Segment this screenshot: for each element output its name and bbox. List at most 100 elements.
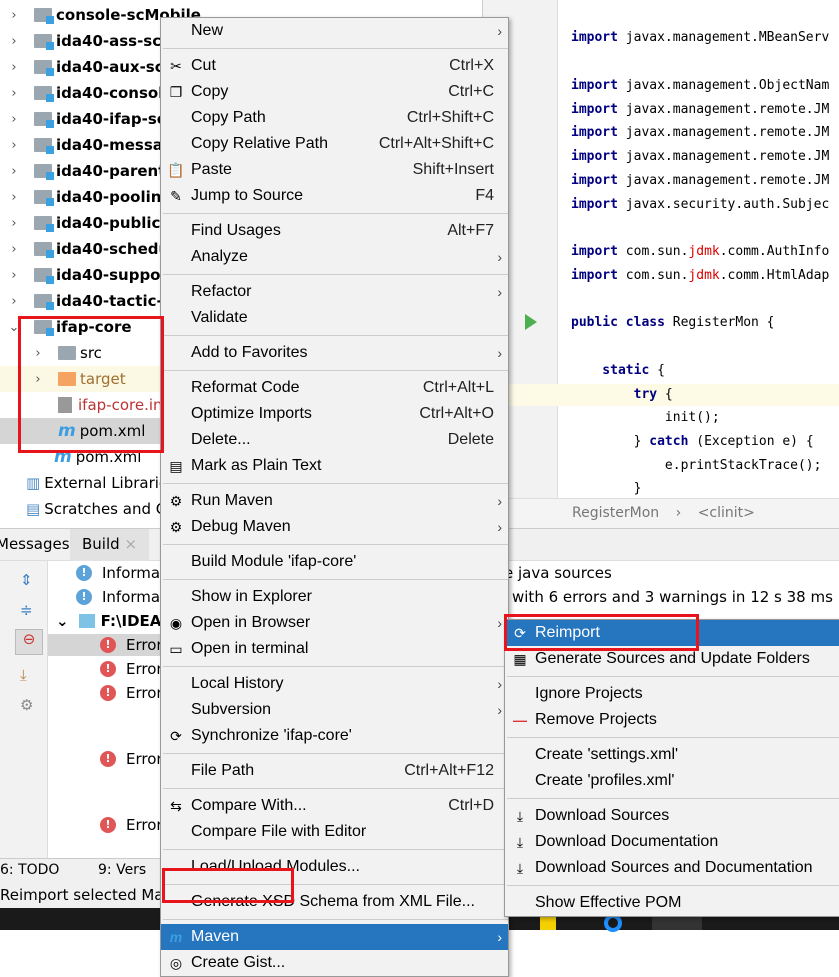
menu-item-optimize-imports[interactable]: Optimize Imports Ctrl+Alt+O: [161, 401, 508, 427]
export-icon[interactable]: ⤓: [20, 666, 27, 684]
menu-item-generate-sources-and-update-folders[interactable]: ▦ Generate Sources and Update Folders: [505, 646, 839, 672]
todo-tool-button[interactable]: 6: TODO: [0, 862, 59, 878]
expand-chevron-icon[interactable]: ›: [8, 190, 20, 205]
expand-chevron-icon[interactable]: ⌄: [8, 320, 20, 335]
expand-chevron-icon[interactable]: ›: [8, 60, 20, 75]
breadcrumb-method[interactable]: <clinit>: [698, 505, 755, 521]
menu-item-create-profiles-xml[interactable]: Create 'profiles.xml': [505, 768, 839, 794]
menu-item-analyze[interactable]: Analyze ›: [161, 244, 508, 270]
menu-item-cut[interactable]: ✂ Cut Ctrl+X: [161, 53, 508, 79]
menu-item-synchronize-ifap-core[interactable]: ⟳ Synchronize 'ifap-core': [161, 723, 508, 749]
menu-separator: [163, 749, 508, 754]
menu-item-maven[interactable]: m Maven ›: [161, 924, 508, 950]
code-text: javax.management.ObjectNam: [617, 78, 830, 93]
menu-item-reimport[interactable]: ⟳ Reimport: [505, 620, 839, 646]
message-label: Error: [126, 636, 163, 654]
menu-item-label: Copy Path: [191, 109, 266, 126]
expand-chevron-icon[interactable]: ›: [32, 346, 44, 361]
message-row[interactable]: ! Error: [100, 658, 163, 680]
message-row[interactable]: ! Informat: [76, 562, 166, 584]
run-icon[interactable]: [525, 314, 537, 330]
message-row[interactable]: ! Error: [100, 682, 163, 704]
messages-toolbar: ⇕ ≑ ⊖ ⤓ ⚙: [0, 561, 48, 859]
menu-item-local-history[interactable]: Local History ›: [161, 671, 508, 697]
menu-item-copy[interactable]: ❐ Copy Ctrl+C: [161, 79, 508, 105]
menu-item-download-sources-and-documentation[interactable]: ⤓ Download Sources and Documentation: [505, 855, 839, 881]
menu-item-open-in-terminal[interactable]: ▭ Open in terminal: [161, 636, 508, 662]
expand-chevron-icon[interactable]: ⌄: [56, 612, 69, 630]
menu-item-ignore-projects[interactable]: Ignore Projects: [505, 681, 839, 707]
submenu-arrow-icon: ›: [497, 249, 502, 265]
menu-item-refactor[interactable]: Refactor ›: [161, 279, 508, 305]
menu-item-show-effective-pom[interactable]: Show Effective POM: [505, 890, 839, 916]
message-row[interactable]: ! Informat: [76, 586, 166, 608]
menu-item-copy-relative-path[interactable]: Copy Relative Path Ctrl+Alt+Shift+C: [161, 131, 508, 157]
menu-item-download-sources[interactable]: ⤓ Download Sources: [505, 803, 839, 829]
collapse-all-icon[interactable]: ≑: [20, 601, 33, 619]
shortcut: Ctrl+Alt+F12: [404, 762, 494, 779]
menu-item-label: Remove Projects: [535, 711, 657, 728]
menu-item-paste[interactable]: 📋 Paste Shift+Insert: [161, 157, 508, 183]
show-errors-toggle[interactable]: ⊖: [15, 629, 43, 655]
breadcrumb-class[interactable]: RegisterMon: [572, 505, 659, 521]
menu-item-download-documentation[interactable]: ⤓ Download Documentation: [505, 829, 839, 855]
code-line: }: [571, 481, 642, 496]
menu-item-copy-path[interactable]: Copy Path Ctrl+Shift+C: [161, 105, 508, 131]
menu-item-create-settings-xml[interactable]: Create 'settings.xml': [505, 742, 839, 768]
expand-chevron-icon[interactable]: ›: [32, 372, 44, 387]
message-row[interactable]: ⌄ F:\IDEA\: [56, 610, 167, 632]
menu-item-label: New: [191, 22, 224, 39]
menu-item-open-in-browser[interactable]: ◉ Open in Browser ›: [161, 610, 508, 636]
unresolved-reference: jdmk: [688, 268, 720, 283]
expand-chevron-icon[interactable]: ›: [8, 34, 20, 49]
menu-item-compare-file-with-editor[interactable]: Compare File with Editor: [161, 819, 508, 845]
module-folder-icon: [34, 86, 54, 102]
menu-item-file-path[interactable]: File Path Ctrl+Alt+F12: [161, 758, 508, 784]
expand-chevron-icon[interactable]: ›: [8, 112, 20, 127]
menu-item-delete[interactable]: Delete... Delete: [161, 427, 508, 453]
menu-item-subversion[interactable]: Subversion ›: [161, 697, 508, 723]
expand-chevron-icon[interactable]: ›: [8, 138, 20, 153]
menu-item-jump-to-source[interactable]: ✎ Jump to Source F4: [161, 183, 508, 209]
code-line: public class RegisterMon {: [571, 315, 775, 330]
menu-item-show-in-explorer[interactable]: Show in Explorer: [161, 584, 508, 610]
message-row[interactable]: ! Error: [100, 814, 163, 836]
menu-item-label: Create 'profiles.xml': [535, 772, 675, 789]
menu-item-remove-projects[interactable]: — Remove Projects: [505, 707, 839, 733]
expand-chevron-icon[interactable]: ›: [8, 268, 20, 283]
menu-item-generate-xsd-schema-from-xml-file[interactable]: Generate XSD Schema from XML File...: [161, 889, 508, 915]
expand-all-icon[interactable]: ⇕: [20, 571, 33, 589]
menu-item-create-gist[interactable]: ◎ Create Gist...: [161, 950, 508, 976]
menu-item-build-module-ifap-core[interactable]: Build Module 'ifap-core': [161, 549, 508, 575]
expand-chevron-icon[interactable]: ›: [8, 86, 20, 101]
shortcut: Alt+F7: [447, 222, 494, 239]
menu-item-new[interactable]: New ›: [161, 18, 508, 44]
version-control-tool-button[interactable]: 9: Vers: [98, 862, 146, 878]
code-editor[interactable]: import javax.management.MBeanServ import …: [482, 0, 839, 498]
menu-item-reformat-code[interactable]: Reformat Code Ctrl+Alt+L: [161, 375, 508, 401]
expand-chevron-icon[interactable]: ›: [8, 242, 20, 257]
code-text: init();: [571, 410, 720, 425]
expand-chevron-icon[interactable]: ›: [8, 216, 20, 231]
menu-item-run-maven[interactable]: ⚙ Run Maven ›: [161, 488, 508, 514]
menu-item-debug-maven[interactable]: ⚙ Debug Maven ›: [161, 514, 508, 540]
menu-item-label: Run Maven: [191, 492, 273, 509]
expand-chevron-icon[interactable]: ›: [8, 294, 20, 309]
expand-chevron-icon[interactable]: ›: [8, 164, 20, 179]
menu-item-label: Download Documentation: [535, 833, 719, 850]
menu-item-mark-as-plain-text[interactable]: ▤ Mark as Plain Text: [161, 453, 508, 479]
code-line: import javax.management.remote.JM: [571, 102, 829, 117]
menu-item-add-to-favorites[interactable]: Add to Favorites ›: [161, 340, 508, 366]
expand-chevron-icon[interactable]: ›: [8, 8, 20, 23]
file-explorer-taskbar-icon[interactable]: [540, 916, 556, 930]
menu-item-load-unload-modules[interactable]: Load/Unload Modules...: [161, 854, 508, 880]
tab-build[interactable]: Build ×: [70, 529, 150, 561]
menu-item-find-usages[interactable]: Find Usages Alt+F7: [161, 218, 508, 244]
menu-item-label: Create Gist...: [191, 954, 286, 971]
settings-icon[interactable]: ⚙: [20, 696, 33, 714]
submenu-arrow-icon: ›: [497, 615, 502, 631]
menu-item-label: Build Module 'ifap-core': [191, 553, 357, 570]
menu-item-compare-with[interactable]: ⇆ Compare With... Ctrl+D: [161, 793, 508, 819]
menu-item-validate[interactable]: Validate: [161, 305, 508, 331]
message-row[interactable]: ! Error: [100, 748, 163, 770]
